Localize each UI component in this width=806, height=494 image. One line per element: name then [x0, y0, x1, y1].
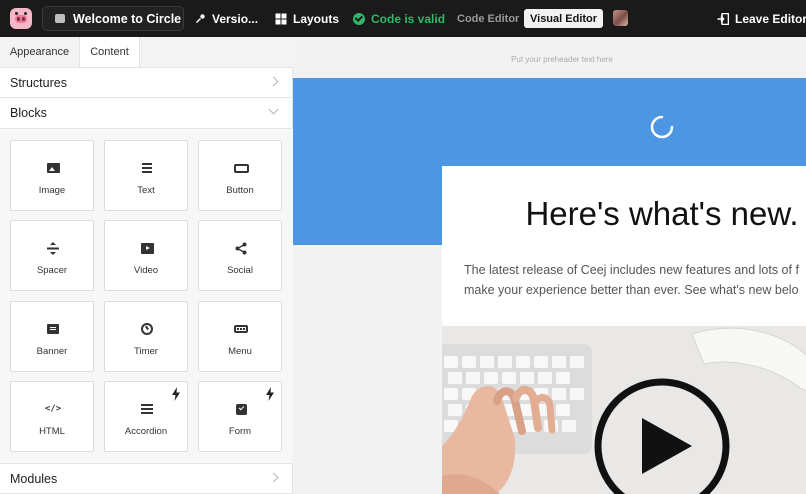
email-canvas[interactable]: Put your preheader text here Here's what…: [293, 37, 806, 494]
image-icon: [46, 163, 60, 173]
form-icon: [235, 403, 247, 415]
code-editor-label: Code Editor: [457, 12, 520, 25]
blocks-grid: Image Text Button Spacer Video Social Ba…: [0, 129, 293, 463]
code-editor-tab[interactable]: Code Editor: [457, 0, 519, 37]
structures-section[interactable]: Structures: [0, 67, 293, 98]
chevron-right-icon: [268, 76, 279, 87]
layouts-button[interactable]: Layouts: [275, 0, 339, 37]
lightning-bolt-icon: [172, 387, 180, 401]
block-html[interactable]: </> HTML: [10, 381, 94, 452]
email-content-card[interactable]: Here's what's new. The latest release of…: [442, 166, 806, 494]
template-icon: [55, 14, 65, 23]
layouts-icon: [275, 13, 287, 24]
body-line-2: make your experience better than ever. S…: [464, 283, 799, 297]
loading-spinner-icon: [650, 115, 674, 139]
preheader-text[interactable]: Put your preheader text here: [293, 55, 806, 64]
body-line-1: The latest release of Ceej includes new …: [464, 263, 799, 277]
block-label: Video: [133, 265, 159, 276]
block-label: Form: [228, 426, 252, 437]
structures-label: Structures: [10, 75, 67, 90]
share-icon: [235, 242, 247, 254]
modules-section[interactable]: Modules: [0, 463, 293, 494]
tab-content[interactable]: Content: [79, 37, 140, 67]
video-icon: [140, 242, 154, 254]
layouts-label: Layouts: [293, 11, 340, 26]
email-body-text[interactable]: The latest release of Ceej includes new …: [464, 260, 806, 300]
banner-icon: [47, 324, 59, 334]
block-button[interactable]: Button: [198, 140, 282, 211]
blocks-section[interactable]: Blocks: [0, 98, 293, 129]
block-label: Text: [137, 185, 155, 196]
user-avatar[interactable]: [613, 10, 628, 26]
block-timer[interactable]: Timer: [104, 301, 188, 372]
button-icon: [233, 163, 249, 173]
block-label: Spacer: [36, 265, 68, 276]
versions-icon: [196, 13, 205, 23]
block-spacer[interactable]: Spacer: [10, 220, 94, 291]
keyboard-photo: [442, 327, 806, 494]
accordion-icon: [141, 404, 153, 414]
code-status: Code is valid: [353, 0, 445, 37]
block-menu[interactable]: Menu: [198, 301, 282, 372]
block-label: Image: [38, 185, 66, 196]
modules-label: Modules: [10, 471, 58, 486]
block-text[interactable]: Text: [104, 140, 188, 211]
block-label: Menu: [228, 346, 252, 357]
pig-logo-icon[interactable]: [10, 8, 32, 29]
timer-icon: [141, 323, 153, 335]
chevron-right-icon: [268, 472, 279, 483]
code-icon: </>: [44, 404, 62, 414]
block-image[interactable]: Image: [10, 140, 94, 211]
block-label: Accordion: [124, 426, 168, 437]
leave-editor-button[interactable]: Leave Editor: [717, 0, 806, 37]
block-label: HTML: [39, 426, 65, 437]
chevron-down-icon: [268, 104, 279, 115]
video-thumbnail[interactable]: [442, 326, 806, 494]
top-bar: Welcome to Circle Versio... Layouts Code…: [0, 0, 806, 37]
block-social[interactable]: Social: [198, 220, 282, 291]
block-label: Button: [226, 185, 254, 196]
visual-editor-label: Visual Editor: [530, 12, 598, 25]
block-video[interactable]: Video: [104, 220, 188, 291]
exit-icon: [717, 12, 729, 25]
panel-tabs: Appearance Content: [0, 37, 293, 67]
document-title-button[interactable]: Welcome to Circle: [42, 6, 184, 31]
email-headline[interactable]: Here's what's new.: [442, 195, 806, 233]
code-status-label: Code is valid: [371, 11, 446, 26]
text-icon: [142, 163, 152, 173]
document-title: Welcome to Circle: [73, 11, 182, 26]
versions-label: Versio...: [212, 11, 259, 26]
check-circle-icon: [353, 12, 365, 25]
block-label: Timer: [134, 346, 158, 357]
block-accordion[interactable]: Accordion: [104, 381, 188, 452]
blocks-label: Blocks: [10, 106, 47, 120]
block-label: Banner: [36, 346, 68, 357]
content-panel: Appearance Content Structures Blocks Ima…: [0, 37, 293, 494]
spacer-icon: [47, 241, 59, 255]
block-form[interactable]: Form: [198, 381, 282, 452]
versions-button[interactable]: Versio...: [194, 0, 258, 37]
block-label: Social: [227, 265, 253, 276]
tab-appearance[interactable]: Appearance: [0, 37, 79, 67]
menu-icon: [234, 325, 248, 333]
visual-editor-tab[interactable]: Visual Editor: [524, 9, 604, 28]
leave-editor-label: Leave Editor: [735, 11, 806, 26]
lightning-bolt-icon: [266, 387, 274, 401]
block-banner[interactable]: Banner: [10, 301, 94, 372]
